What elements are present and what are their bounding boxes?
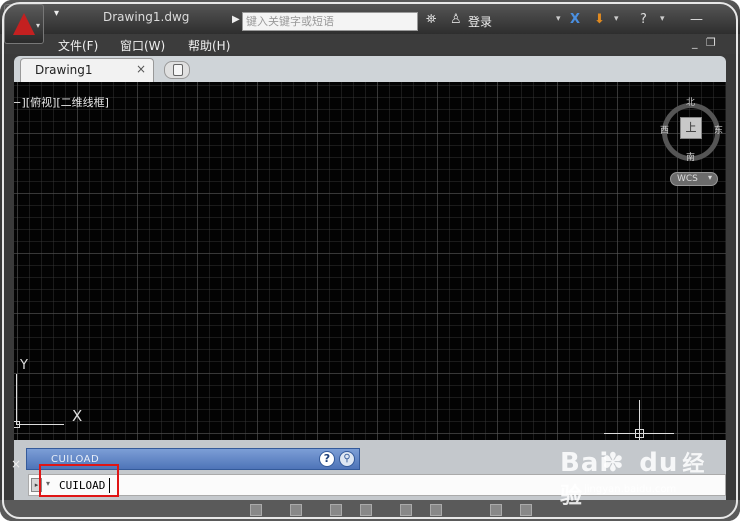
doc-restore-icon[interactable]: ❐ — [706, 36, 716, 49]
layout-icon[interactable] — [290, 504, 302, 516]
search-box: ▶ 键入关键字或短语 — [232, 12, 420, 31]
wcs-dropdown-icon[interactable]: ▾ — [708, 173, 712, 182]
ucs-y-axis — [16, 374, 17, 424]
application-menu-button[interactable]: ▾ — [4, 4, 44, 44]
tab-close-icon[interactable]: × — [136, 62, 146, 76]
ucs-x-label: X — [72, 407, 83, 425]
snap-icon[interactable] — [360, 504, 372, 516]
menu-file[interactable]: 文件(F) — [58, 37, 98, 54]
grid-icon[interactable] — [330, 504, 342, 516]
menu-window[interactable]: 窗口(W) — [120, 37, 165, 54]
ortho-icon[interactable] — [400, 504, 412, 516]
command-close-icon[interactable]: × — [11, 457, 21, 471]
compass-west[interactable]: 西 — [660, 123, 669, 136]
new-drawing-icon — [173, 64, 183, 76]
paw-icon: ✽ — [602, 448, 624, 478]
model-space-icon[interactable] — [250, 504, 262, 516]
viewcube[interactable]: 上 北 南 西 东 — [660, 95, 723, 163]
osnap-icon[interactable] — [490, 504, 502, 516]
doc-minimize-icon[interactable]: _ — [692, 36, 698, 49]
document-title: Drawing1.dwg — [103, 10, 190, 24]
file-tab-strip: Drawing1 × — [14, 56, 726, 82]
chevron-down-icon: ▾ — [35, 21, 40, 30]
tab-label: Drawing1 — [35, 63, 93, 77]
viewport-controls[interactable]: [−][俯视][二维线框] — [14, 94, 109, 110]
quick-access-dropdown-icon[interactable]: ▾ — [54, 8, 59, 19]
annotation-highlight-box — [39, 464, 119, 497]
polar-icon[interactable] — [430, 504, 442, 516]
compass-north[interactable]: 北 — [686, 95, 695, 108]
ucs-y-label: Y — [20, 358, 28, 373]
watermark-logo-text: Bai du 经验 — [560, 448, 706, 509]
drawing-canvas[interactable]: [−][俯视][二维线框] 上 北 南 西 东 WCS ▾ Y X — [14, 82, 726, 440]
app-window: ▾ ▾ Drawing1.dwg ▶ 键入关键字或短语 ⛯ ♙ 登录 ▾ X ⬇… — [0, 0, 740, 521]
watermark-site: jingyan.baidu.com — [584, 484, 677, 495]
viewcube-top-face[interactable]: 上 — [680, 117, 702, 139]
crosshair-pickbox — [635, 429, 644, 438]
login-dropdown-icon[interactable]: ▾ — [556, 14, 561, 24]
compass-east[interactable]: 东 — [714, 123, 723, 136]
menu-bar: 文件(F) 窗口(W) 帮助(H) — [0, 34, 740, 54]
menu-help[interactable]: 帮助(H) — [188, 37, 230, 54]
subscription-dropdown-icon[interactable]: ▾ — [614, 14, 619, 24]
user-icon[interactable]: ♙ — [450, 12, 462, 27]
otrack-icon[interactable] — [520, 504, 532, 516]
ucs-x-axis — [16, 424, 64, 425]
baidu-jingyan-watermark: Bai du 经验 ✽ jingyan.baidu.com — [560, 446, 710, 509]
minimize-icon[interactable]: — — [690, 12, 703, 27]
search-input[interactable]: 键入关键字或短语 — [242, 12, 418, 31]
ucs-origin-icon — [14, 421, 20, 428]
login-button[interactable]: 登录 — [468, 13, 492, 30]
new-tab-button[interactable] — [164, 61, 190, 79]
tab-drawing1[interactable]: Drawing1 × — [20, 58, 154, 82]
compass-south[interactable]: 南 — [686, 150, 695, 163]
help-dropdown-icon[interactable]: ▾ — [660, 14, 665, 24]
exchange-icon[interactable]: X — [570, 12, 580, 27]
binoculars-icon[interactable]: ⛯ — [426, 12, 436, 27]
help-icon[interactable]: ? — [319, 451, 335, 467]
subscription-icon[interactable]: ⬇ — [594, 12, 605, 27]
search-expand-icon[interactable]: ▶ — [232, 14, 240, 25]
help-icon[interactable]: ? — [640, 12, 647, 27]
title-bar: ▾ ▾ Drawing1.dwg ▶ 键入关键字或短语 ⛯ ♙ 登录 ▾ X ⬇… — [0, 0, 740, 44]
search-icon[interactable]: ⚲ — [339, 451, 355, 467]
autocad-logo-icon — [13, 13, 35, 35]
